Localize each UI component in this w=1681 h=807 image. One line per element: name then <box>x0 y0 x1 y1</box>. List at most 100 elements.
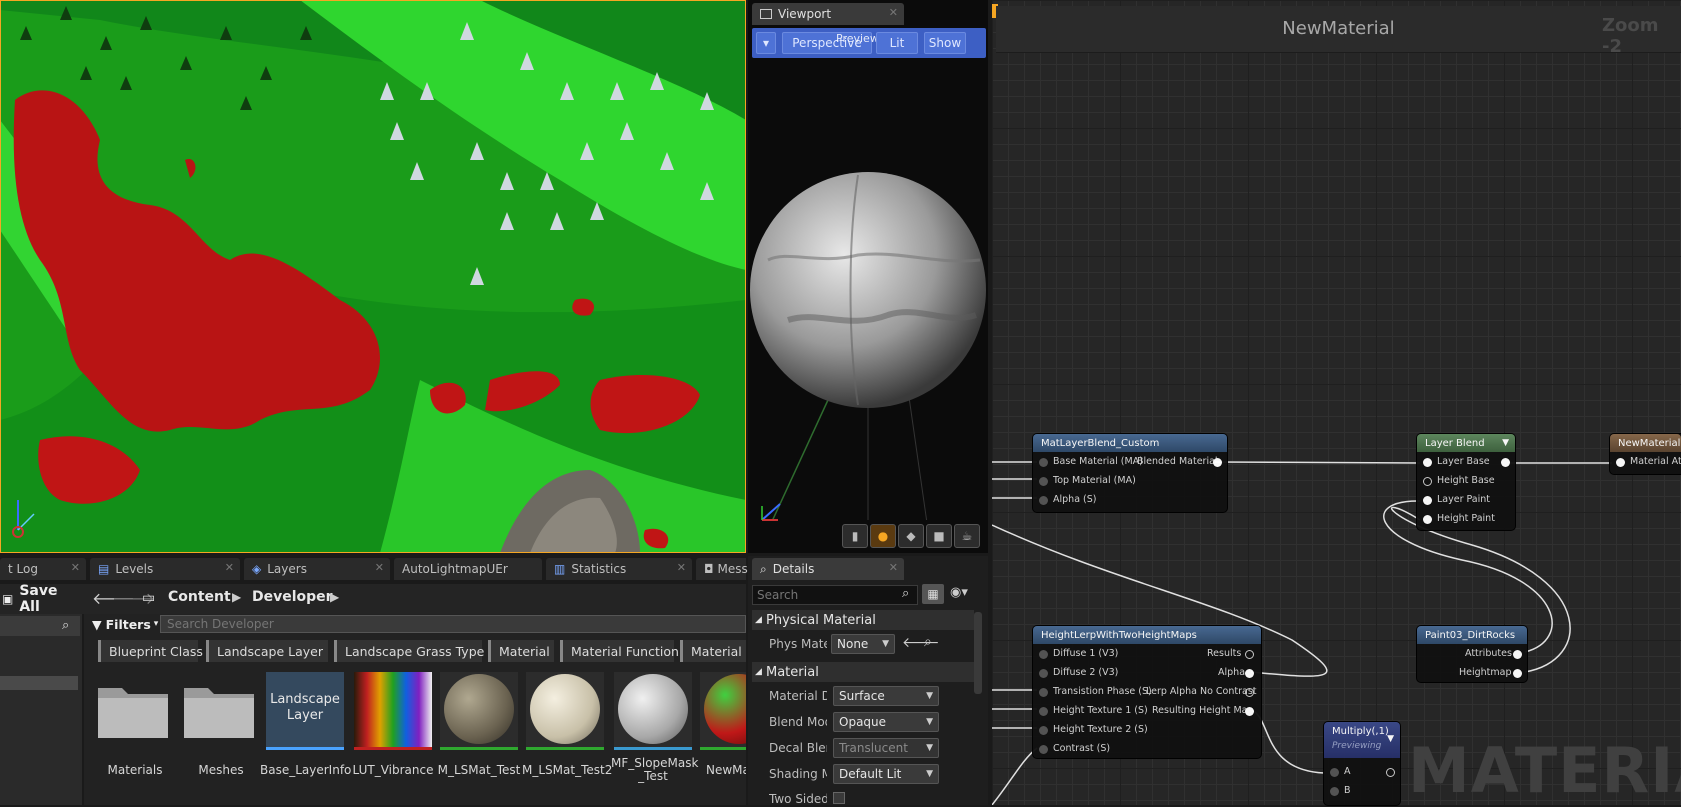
asset-thumbnail-lut-vibrance[interactable] <box>354 672 432 750</box>
output-pin[interactable] <box>1245 650 1254 659</box>
show-button[interactable]: Show <box>924 32 966 54</box>
asset-thumbnail-m-lsmat-test[interactable] <box>440 672 518 750</box>
tab-details[interactable]: ⌕ Details ✕ <box>752 558 904 580</box>
browse-search-icon[interactable]: ⌕ <box>924 634 932 650</box>
input-pin[interactable] <box>1423 477 1432 486</box>
asset-thumbnail-materials[interactable] <box>96 672 174 750</box>
use-selected-arrow-icon[interactable]: 🡐 <box>902 634 940 651</box>
output-pin[interactable] <box>1213 458 1222 467</box>
node-matlayerblend-custom[interactable]: MatLayerBlend_Custom Base Material (MA) … <box>1033 434 1227 512</box>
asset-search-input[interactable] <box>160 615 746 633</box>
tab-levels[interactable]: ▤ Levels ✕ <box>90 558 240 580</box>
breadcrumb-separator-icon[interactable]: ▶ <box>232 590 241 604</box>
layers-icon: ◈ <box>252 562 262 576</box>
asset-thumbnail-newmaterial[interactable] <box>700 672 746 750</box>
save-all-button[interactable]: ▣ Save All <box>0 583 78 615</box>
cylinder-icon[interactable]: ▮ <box>842 524 868 548</box>
level-viewport[interactable] <box>0 0 746 553</box>
phys-material-combo[interactable]: None ▼ <box>831 634 895 654</box>
tab-message-log[interactable]: ◘ Mess <box>696 558 748 580</box>
node-heightlerp[interactable]: HeightLerpWithTwoHeightMaps Diffuse 1 (V… <box>1033 626 1261 758</box>
details-icon: ⌕ <box>760 561 767 576</box>
asset-thumbnail-meshes[interactable] <box>182 672 260 750</box>
output-pin[interactable] <box>1513 669 1522 678</box>
input-pin[interactable] <box>1039 726 1048 735</box>
filter-chip-blueprint-class[interactable]: Blueprint Class <box>98 640 203 662</box>
tab-output-log[interactable]: t Log ✕ <box>0 558 86 580</box>
lit-button[interactable]: Lit <box>876 32 918 54</box>
filters-button[interactable]: ▼ Filters ▾ <box>92 614 158 634</box>
chevron-down-icon[interactable]: ▼ <box>1387 734 1394 744</box>
filter-chip-landscape-layer[interactable]: Landscape Layer <box>206 640 328 662</box>
plane-icon[interactable]: ◆ <box>898 524 924 548</box>
filter-chip-material[interactable]: Material <box>488 640 554 662</box>
breadcrumb-separator-icon[interactable]: ▶ <box>330 590 339 604</box>
input-pin[interactable] <box>1039 458 1048 467</box>
tab-statistics[interactable]: ▥ Statistics ✕ <box>546 558 692 580</box>
node-multiply[interactable]: Multiply(,1) Previewing ▼ A B <box>1324 722 1400 805</box>
node-newmaterial[interactable]: NewMaterial Material Attri <box>1610 434 1681 474</box>
blend-mode-combo[interactable]: Opaque ▼ <box>833 712 939 732</box>
asset-label: Materials <box>107 763 163 777</box>
output-pin[interactable] <box>1501 458 1510 467</box>
chevron-down-icon[interactable]: ▼ <box>1502 438 1509 448</box>
input-pin[interactable] <box>1423 458 1432 467</box>
close-icon[interactable]: ✕ <box>889 6 898 19</box>
filter-chip-material-function[interactable]: Material Function <box>560 640 679 662</box>
input-pin[interactable] <box>1039 496 1048 505</box>
section-material[interactable]: ◢ Material <box>752 662 974 682</box>
close-icon[interactable]: ✕ <box>677 561 686 574</box>
node-paint03-dirtrocks[interactable]: Paint03_DirtRocks Attributes Heightmap <box>1417 626 1527 682</box>
node-layer-blend[interactable]: Layer Blend ▼ Layer Base Height Base Lay… <box>1417 434 1515 530</box>
close-icon[interactable]: ✕ <box>225 561 234 574</box>
input-pin[interactable] <box>1616 458 1625 467</box>
input-pin[interactable] <box>1423 496 1432 505</box>
list-view-icon[interactable]: ▦ <box>922 584 944 604</box>
viewport-options-button[interactable]: ▾ <box>756 32 776 54</box>
tab-viewport[interactable]: Viewport ✕ <box>752 3 904 25</box>
output-pin[interactable] <box>1245 707 1254 716</box>
asset-thumbnail-base-layerinfo[interactable]: Landscape Layer <box>266 672 344 750</box>
eye-icon[interactable]: ◉▾ <box>950 585 968 600</box>
material-domain-combo[interactable]: Surface ▼ <box>833 686 939 706</box>
output-pin[interactable] <box>1245 688 1254 697</box>
breadcrumb-developer[interactable]: Developer <box>252 589 333 605</box>
details-search-input[interactable] <box>752 585 918 605</box>
input-pin[interactable] <box>1039 650 1048 659</box>
close-icon[interactable]: ✕ <box>889 561 898 574</box>
input-pin[interactable] <box>1330 768 1339 777</box>
teapot-icon[interactable]: ☕ <box>954 524 980 548</box>
chevron-down-icon: ▾ <box>762 36 770 50</box>
cube-icon[interactable]: ■ <box>926 524 952 548</box>
output-pin[interactable] <box>1245 669 1254 678</box>
filters-label: Filters <box>105 616 151 632</box>
input-pin[interactable] <box>1039 745 1048 754</box>
section-physical-material[interactable]: ◢ Physical Material <box>752 610 974 630</box>
details-scrollbar[interactable] <box>974 612 982 694</box>
tab-label: Statistics <box>571 562 627 576</box>
input-pin[interactable] <box>1039 477 1048 486</box>
input-pin[interactable] <box>1330 787 1339 796</box>
breadcrumb-content[interactable]: Content <box>168 589 231 605</box>
node-title: Layer Blend <box>1425 437 1485 449</box>
filter-chip-material-instance[interactable]: Material In <box>680 640 746 662</box>
sphere-icon[interactable]: ● <box>870 524 896 548</box>
asset-thumbnail-mf-slopemask-test[interactable] <box>614 672 692 750</box>
output-pin[interactable] <box>1386 768 1395 777</box>
input-pin[interactable] <box>1039 688 1048 697</box>
filter-chip-landscape-grass-type[interactable]: Landscape Grass Type <box>334 640 484 662</box>
decal-blend-mode-combo[interactable]: Translucent ▼ <box>833 738 939 758</box>
tab-autolightmap[interactable]: AutoLightmapUEr <box>394 558 542 580</box>
close-icon[interactable]: ✕ <box>375 561 384 574</box>
folder-icon <box>184 688 254 738</box>
selected-folder-row[interactable] <box>0 676 78 690</box>
input-pin[interactable] <box>1039 707 1048 716</box>
output-pin[interactable] <box>1513 650 1522 659</box>
two-sided-checkbox[interactable] <box>833 792 845 804</box>
close-icon[interactable]: ✕ <box>71 561 80 574</box>
input-pin[interactable] <box>1039 669 1048 678</box>
input-pin[interactable] <box>1423 515 1432 524</box>
shading-model-combo[interactable]: Default Lit ▼ <box>833 764 939 784</box>
asset-thumbnail-m-lsmat-test2[interactable] <box>526 672 604 750</box>
tab-layers[interactable]: ◈ Layers ✕ <box>244 558 390 580</box>
